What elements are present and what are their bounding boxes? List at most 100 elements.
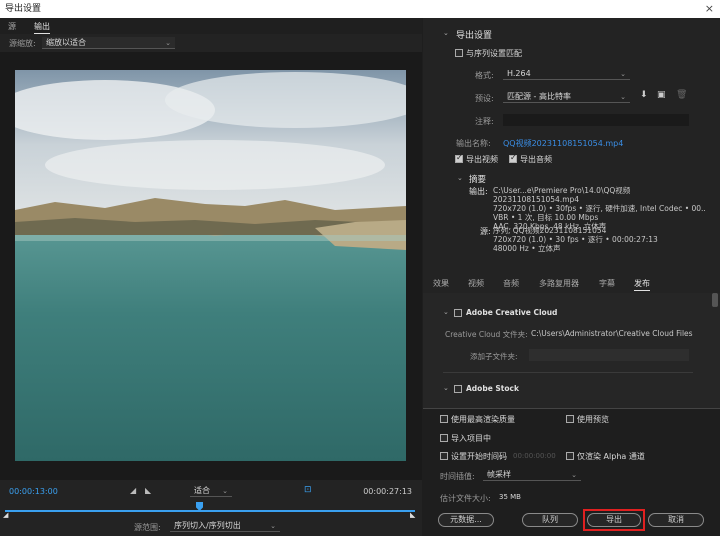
tab-audio[interactable]: 音频 xyxy=(503,278,519,289)
mark-in-icon[interactable]: ◢ xyxy=(130,486,136,495)
preset-label: 预设: xyxy=(475,94,494,103)
tab-multiplexer[interactable]: 多路复用器 xyxy=(539,278,579,289)
import-project-checkbox[interactable] xyxy=(440,434,448,442)
out-point-handle[interactable]: ◣ xyxy=(410,511,415,519)
export-button[interactable]: 导出 xyxy=(587,513,641,527)
output-name-label: 输出名称: xyxy=(456,139,491,148)
stock-checkbox[interactable] xyxy=(454,385,462,393)
summary-output-label: 输出: xyxy=(469,187,488,196)
cc-title: Adobe Creative Cloud xyxy=(466,308,558,317)
summary-output-line: VBR • 1 次, 目标 10.00 Mbps xyxy=(493,213,599,222)
publish-panel: ⌄ Adobe Creative Cloud Creative Cloud 文件… xyxy=(423,293,720,408)
chevron-down-icon: ⌄ xyxy=(620,93,626,101)
stock-title: Adobe Stock xyxy=(466,384,519,393)
export-audio-checkbox[interactable] xyxy=(509,153,517,163)
summary-collapse-icon[interactable]: ⌄ xyxy=(457,174,463,182)
summary-source-line: 序列, QQ视频20231108151054 xyxy=(493,226,607,235)
chevron-down-icon: ⌄ xyxy=(571,471,577,479)
comment-label: 注释: xyxy=(475,117,494,126)
add-subfolder-input[interactable] xyxy=(529,349,689,361)
cc-folder-label: Creative Cloud 文件夹: xyxy=(445,330,528,339)
tab-video[interactable]: 视频 xyxy=(468,278,484,289)
filesize-value: 35 MB xyxy=(499,493,521,501)
tab-output[interactable]: 输出 xyxy=(34,21,50,34)
comment-input[interactable] xyxy=(503,114,689,126)
import-project-label: 导入项目中 xyxy=(451,434,491,443)
source-scale-dropdown[interactable]: 缩放以适合 ⌄ xyxy=(42,37,175,49)
filesize-label: 估计文件大小: xyxy=(440,494,491,503)
summary-output-line: C:\User...e\Premiere Pro\14.0\QQ视频202311… xyxy=(493,186,631,204)
format-value: H.264 xyxy=(507,69,531,78)
output-name-link[interactable]: QQ视频20231108151054.mp4 xyxy=(503,138,623,149)
window-title: 导出设置 xyxy=(5,4,42,14)
summary-output-line: 720x720 (1.0) • 30fps • 逐行, 硬件加速, Intel … xyxy=(493,204,706,213)
mark-out-icon[interactable]: ◣ xyxy=(145,486,151,495)
interp-label: 时间插值: xyxy=(440,472,475,481)
max-render-checkbox[interactable] xyxy=(440,415,448,423)
export-video-checkbox[interactable] xyxy=(455,153,463,163)
preset-dropdown[interactable]: 匹配源 - 高比特率 ⌄ xyxy=(503,91,630,103)
add-subfolder-label: 添加子文件夹: xyxy=(470,352,518,361)
fit-value: 适合 xyxy=(194,486,210,495)
video-frame-image xyxy=(15,70,406,461)
source-output-tabs: 源 输出 xyxy=(0,18,422,34)
stock-collapse-icon[interactable]: ⌄ xyxy=(443,384,449,392)
preset-value: 匹配源 - 高比特率 xyxy=(507,92,571,101)
window-title-bar: 导出设置 × xyxy=(0,0,720,18)
export-options-panel: 使用最高渲染质量 使用预览 导入项目中 设置开始时间码 00:00:00:00 … xyxy=(423,408,720,536)
export-video-label: 导出视频 xyxy=(466,155,498,164)
metadata-button[interactable]: 元数据... xyxy=(438,513,494,527)
use-preview-label: 使用预览 xyxy=(577,415,609,424)
use-preview-checkbox[interactable] xyxy=(566,415,574,423)
in-point-handle[interactable]: ◢ xyxy=(3,511,8,519)
chevron-down-icon: ⌄ xyxy=(165,39,171,47)
import-preset-icon[interactable]: ▣ xyxy=(657,90,666,100)
settings-subtabs: 效果 视频 音频 多路复用器 字幕 发布 xyxy=(423,275,720,291)
range-dropdown[interactable]: 序列切入/序列切出 ⌄ xyxy=(170,520,280,532)
divider xyxy=(443,372,693,373)
tab-source[interactable]: 源 xyxy=(8,21,16,32)
range-value: 序列切入/序列切出 xyxy=(174,521,241,530)
start-tc-value[interactable]: 00:00:00:00 xyxy=(513,452,556,460)
crop-icon[interactable]: ⊡ xyxy=(304,485,312,495)
set-start-tc-label: 设置开始时间码 xyxy=(451,452,507,461)
current-timecode[interactable]: 00:00:13:00 xyxy=(9,487,58,496)
source-scale-value: 缩放以适合 xyxy=(46,38,86,47)
save-preset-icon[interactable]: ⬇ xyxy=(640,90,648,100)
cc-checkbox[interactable] xyxy=(454,309,462,317)
interp-value: 帧采样 xyxy=(487,470,511,479)
cancel-button[interactable]: 取消 xyxy=(648,513,704,527)
summary-output-details: C:\User...e\Premiere Pro\14.0\QQ视频202311… xyxy=(493,186,715,231)
cc-collapse-icon[interactable]: ⌄ xyxy=(443,308,449,316)
alpha-only-checkbox[interactable] xyxy=(566,452,574,460)
alpha-only-label: 仅渲染 Alpha 通道 xyxy=(577,452,645,461)
tab-effects[interactable]: 效果 xyxy=(433,278,449,289)
timeline-bar[interactable] xyxy=(5,510,415,512)
timeline-panel: 00:00:13:00 ◢ ◣ 适合 ⌄ ⊡ 00:00:27:13 ◢ ◣ 源… xyxy=(0,482,422,536)
range-label: 源范围: xyxy=(134,523,161,532)
source-scale-label: 源缩放: xyxy=(9,39,36,48)
chevron-down-icon: ⌄ xyxy=(270,522,276,530)
chevron-down-icon: ⌄ xyxy=(620,70,626,78)
summary-source-line: 48000 Hz • 立体声 xyxy=(493,244,561,253)
close-icon[interactable]: × xyxy=(705,0,714,18)
format-dropdown[interactable]: H.264 ⌄ xyxy=(503,68,630,80)
queue-button[interactable]: 队列 xyxy=(522,513,578,527)
tab-publish[interactable]: 发布 xyxy=(634,278,650,291)
match-sequence-checkbox[interactable] xyxy=(455,49,463,57)
collapse-chevron-icon[interactable]: ⌄ xyxy=(443,29,449,37)
summary-source-label: 源: xyxy=(480,227,491,236)
right-scrollbar[interactable] xyxy=(714,293,718,307)
export-audio-label: 导出音频 xyxy=(520,155,552,164)
video-preview xyxy=(15,70,406,461)
summary-source-details: 序列, QQ视频20231108151054 720x720 (1.0) • 3… xyxy=(493,226,715,253)
tab-captions[interactable]: 字幕 xyxy=(599,278,615,289)
duration-timecode: 00:00:27:13 xyxy=(363,487,412,496)
interp-dropdown[interactable]: 帧采样 ⌄ xyxy=(483,469,581,481)
fit-dropdown[interactable]: 适合 ⌄ xyxy=(190,485,232,497)
export-settings-title: 导出设置 xyxy=(456,31,493,41)
summary-title: 摘要 xyxy=(469,175,487,185)
set-start-tc-checkbox[interactable] xyxy=(440,452,448,460)
trash-icon[interactable]: 🗑 xyxy=(676,90,687,100)
match-sequence-label: 与序列设置匹配 xyxy=(466,49,522,58)
